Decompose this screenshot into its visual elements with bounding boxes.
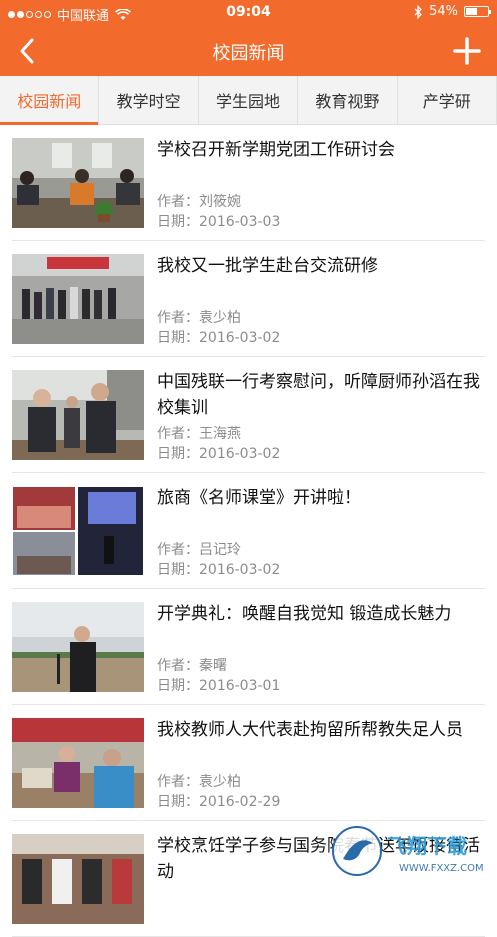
tab-student-garden[interactable]: 学生园地 bbox=[199, 76, 299, 124]
battery-percent: 54% bbox=[429, 4, 458, 19]
tab-teaching[interactable]: 教学时空 bbox=[99, 76, 199, 124]
tab-campus-news[interactable]: 校园新闻 bbox=[0, 76, 100, 125]
page-title: 校园新闻 bbox=[212, 43, 285, 64]
news-date: 日期：2016-02-29 bbox=[157, 794, 281, 810]
news-title: 开学典礼：唤醒自我觉知 锻造成长魅力 bbox=[157, 604, 452, 624]
news-title: 旅商《名师课堂》开讲啦！ bbox=[157, 488, 361, 508]
news-date: 日期：2016-03-01 bbox=[157, 678, 281, 694]
news-author: 作者：袁少柏 bbox=[157, 774, 241, 790]
news-author: 作者：王海燕 bbox=[157, 426, 241, 442]
news-date: 日期：2016-03-02 bbox=[157, 330, 281, 346]
category-tabs: 校园新闻 教学时空 学生园地 教育视野 产学研 bbox=[0, 76, 497, 125]
news-item[interactable]: 我校又一批学生赴台交流研修 作者：袁少柏 日期：2016-03-02 bbox=[12, 241, 485, 357]
news-item[interactable]: 中国残联一行考察慰问，听障厨师孙滔在我校集训 作者：王海燕 日期：2016-03… bbox=[12, 357, 485, 473]
watermark-logo: 飞翔下载 WWW.FXXZ.COM bbox=[329, 823, 489, 879]
bluetooth-icon bbox=[414, 4, 423, 19]
status-bar: 中国联通 09:04 54% bbox=[0, 0, 497, 26]
news-title: 学校召开新学期党团工作研讨会 bbox=[157, 140, 395, 160]
svg-text:飞翔下载: 飞翔下载 bbox=[387, 834, 467, 858]
news-thumbnail bbox=[12, 834, 144, 924]
news-author: 作者：吕记玲 bbox=[157, 542, 241, 558]
news-title: 我校教师人大代表赴拘留所帮教失足人员 bbox=[157, 720, 463, 740]
battery-icon bbox=[464, 6, 491, 17]
news-item[interactable]: 学校召开新学期党团工作研讨会 作者：刘筱婉 日期：2016-03-03 bbox=[12, 125, 485, 241]
news-thumbnail bbox=[12, 370, 144, 460]
tab-industry-research[interactable]: 产学研 bbox=[398, 76, 497, 124]
news-item[interactable]: 旅商《名师课堂》开讲啦！ 作者：吕记玲 日期：2016-03-02 bbox=[12, 473, 485, 589]
svg-text:WWW.FXXZ.COM: WWW.FXXZ.COM bbox=[399, 863, 484, 874]
add-button[interactable] bbox=[449, 33, 485, 69]
plus-icon bbox=[453, 37, 481, 65]
nav-bar: 校园新闻 bbox=[0, 26, 497, 76]
news-date: 日期：2016-03-02 bbox=[157, 562, 281, 578]
news-title: 中国残联一行考察慰问，听障厨师孙滔在我校集训 bbox=[157, 372, 480, 418]
news-author: 作者：袁少柏 bbox=[157, 310, 241, 326]
news-date: 日期：2016-03-02 bbox=[157, 446, 281, 462]
news-thumbnail bbox=[12, 718, 144, 808]
news-thumbnail bbox=[12, 602, 144, 692]
news-thumbnail bbox=[12, 486, 144, 576]
news-title: 我校又一批学生赴台交流研修 bbox=[157, 256, 378, 276]
news-date: 日期：2016-03-03 bbox=[157, 214, 281, 230]
news-item[interactable]: 开学典礼：唤醒自我觉知 锻造成长魅力 作者：秦曙 日期：2016-03-01 bbox=[12, 589, 485, 705]
news-thumbnail bbox=[12, 138, 144, 228]
news-author: 作者：刘筱婉 bbox=[157, 194, 241, 210]
news-thumbnail bbox=[12, 254, 144, 344]
news-item[interactable]: 我校教师人大代表赴拘留所帮教失足人员 作者：袁少柏 日期：2016-02-29 bbox=[12, 705, 485, 821]
news-author: 作者：秦曙 bbox=[157, 658, 227, 674]
tab-education-vision[interactable]: 教育视野 bbox=[298, 76, 398, 124]
news-list: 学校召开新学期党团工作研讨会 作者：刘筱婉 日期：2016-03-03 我校又一… bbox=[0, 125, 497, 937]
